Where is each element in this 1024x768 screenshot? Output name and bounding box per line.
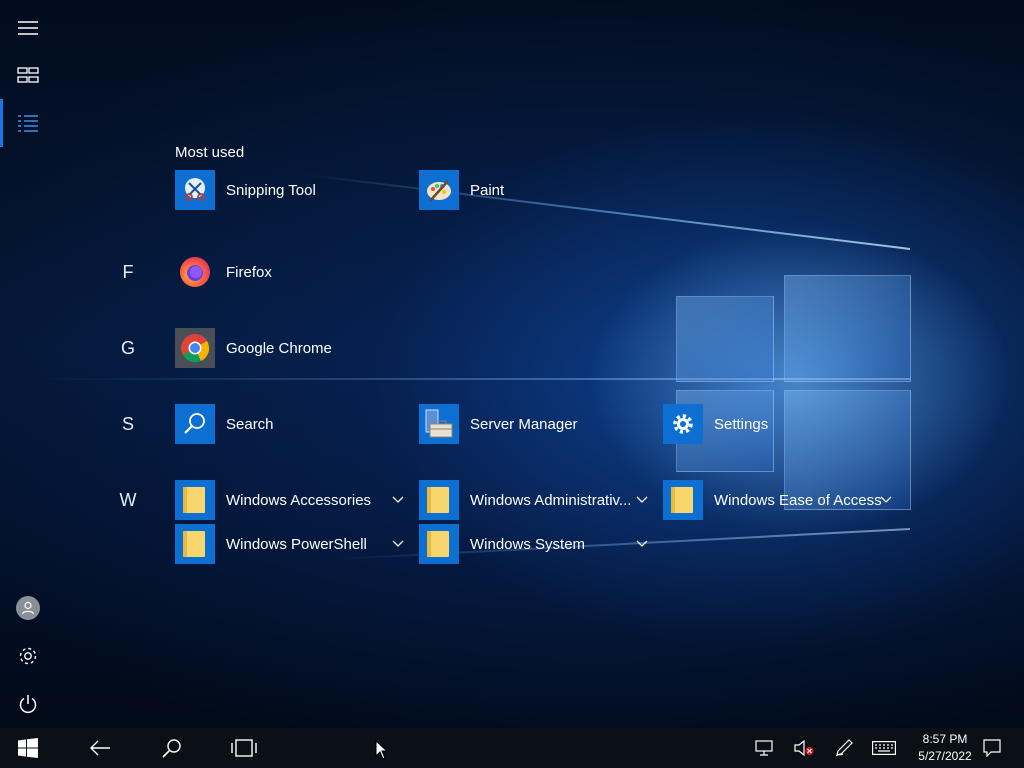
folder-icon xyxy=(175,524,215,564)
app-label: Google Chrome xyxy=(226,339,332,357)
volume-muted-icon xyxy=(794,740,814,756)
app-label: Windows Ease of Access xyxy=(714,491,882,509)
settings-gear-icon xyxy=(19,647,37,665)
folder-windows-administrative-tools[interactable]: Windows Administrativ... xyxy=(419,480,631,520)
expand-chevron-button[interactable] xyxy=(390,536,406,552)
hamburger-menu-icon xyxy=(18,21,38,35)
touch-keyboard-button[interactable] xyxy=(866,728,902,768)
app-settings[interactable]: Settings xyxy=(663,404,768,444)
network-icon xyxy=(755,740,773,756)
chevron-down-icon xyxy=(636,540,648,547)
folder-windows-accessories[interactable]: Windows Accessories xyxy=(175,480,371,520)
app-label: Server Manager xyxy=(470,415,578,433)
app-search[interactable]: Search xyxy=(175,404,274,444)
folder-icon xyxy=(419,480,459,520)
gear-icon xyxy=(663,404,703,444)
group-letter-w[interactable]: W xyxy=(116,490,140,511)
clock-date: 5/27/2022 xyxy=(918,749,972,763)
app-firefox[interactable]: Firefox xyxy=(175,252,272,292)
task-view-button[interactable] xyxy=(220,728,268,768)
expand-chevron-button[interactable] xyxy=(634,536,650,552)
settings-button[interactable] xyxy=(0,632,56,680)
app-snipping-tool[interactable]: Snipping Tool xyxy=(175,170,316,210)
action-center-button[interactable] xyxy=(976,728,1008,768)
app-label: Windows Administrativ... xyxy=(470,491,632,509)
search-icon xyxy=(175,404,215,444)
folder-icon xyxy=(663,480,703,520)
chevron-down-icon xyxy=(636,496,648,503)
chevron-down-icon xyxy=(880,496,892,503)
user-account-button[interactable] xyxy=(0,584,56,632)
all-apps-list-button[interactable] xyxy=(0,99,56,147)
app-label: Search xyxy=(226,415,274,433)
app-server-manager[interactable]: Server Manager xyxy=(419,404,578,444)
server-manager-icon xyxy=(419,404,459,444)
app-label: Windows System xyxy=(470,535,586,553)
group-letter-s[interactable]: S xyxy=(116,414,140,435)
group-letter-g[interactable]: G xyxy=(116,338,140,359)
mouse-cursor-icon xyxy=(375,740,387,760)
back-button[interactable] xyxy=(76,728,124,768)
paint-icon xyxy=(419,170,459,210)
app-label: Settings xyxy=(714,415,769,433)
chevron-down-icon xyxy=(392,540,404,547)
power-icon xyxy=(19,695,37,714)
taskbar: 8:57 PM 5/27/2022 xyxy=(0,728,1024,768)
app-paint[interactable]: Paint xyxy=(419,170,504,210)
chevron-down-icon xyxy=(392,496,404,503)
folder-icon xyxy=(175,480,215,520)
folder-windows-system[interactable]: Windows System xyxy=(419,524,585,564)
touch-keyboard-icon xyxy=(872,741,896,755)
start-left-rail xyxy=(0,0,56,728)
app-google-chrome[interactable]: Google Chrome xyxy=(175,328,332,368)
action-center-icon xyxy=(983,739,1001,757)
app-label: Snipping Tool xyxy=(226,181,316,199)
app-label: Windows PowerShell xyxy=(226,535,367,553)
start-button[interactable] xyxy=(0,728,56,768)
snipping-tool-icon xyxy=(175,170,215,210)
expand-chevron-button[interactable] xyxy=(390,492,406,508)
firefox-icon xyxy=(175,252,215,292)
folder-windows-powershell[interactable]: Windows PowerShell xyxy=(175,524,367,564)
group-letter-f[interactable]: F xyxy=(116,262,140,283)
volume-tray-button[interactable] xyxy=(788,728,820,768)
clock-time: 8:57 PM xyxy=(922,732,968,746)
all-apps-list-icon xyxy=(18,115,38,132)
taskbar-search-button[interactable] xyxy=(148,728,196,768)
app-label: Windows Accessories xyxy=(226,491,372,509)
network-tray-button[interactable] xyxy=(748,728,780,768)
search-icon xyxy=(162,739,181,758)
folder-windows-ease-of-access[interactable]: Windows Ease of Access xyxy=(663,480,882,520)
expand-chevron-button[interactable] xyxy=(634,492,650,508)
pen-icon xyxy=(835,739,853,757)
tiles-view-icon xyxy=(17,67,39,83)
windows-start-icon xyxy=(18,738,38,758)
task-view-icon xyxy=(231,739,257,757)
app-label: Firefox xyxy=(226,263,272,281)
tiles-view-button[interactable] xyxy=(0,51,56,99)
taskbar-clock[interactable]: 8:57 PM 5/27/2022 xyxy=(910,731,980,765)
most-used-header: Most used xyxy=(175,144,245,161)
pen-workspace-button[interactable] xyxy=(828,728,860,768)
app-label: Paint xyxy=(470,181,505,199)
hamburger-menu-button[interactable] xyxy=(0,4,56,52)
power-button[interactable] xyxy=(0,680,56,728)
folder-icon xyxy=(419,524,459,564)
chrome-icon xyxy=(175,328,215,368)
back-arrow-icon xyxy=(90,740,110,756)
user-avatar-icon xyxy=(16,596,40,620)
expand-chevron-button[interactable] xyxy=(878,492,894,508)
